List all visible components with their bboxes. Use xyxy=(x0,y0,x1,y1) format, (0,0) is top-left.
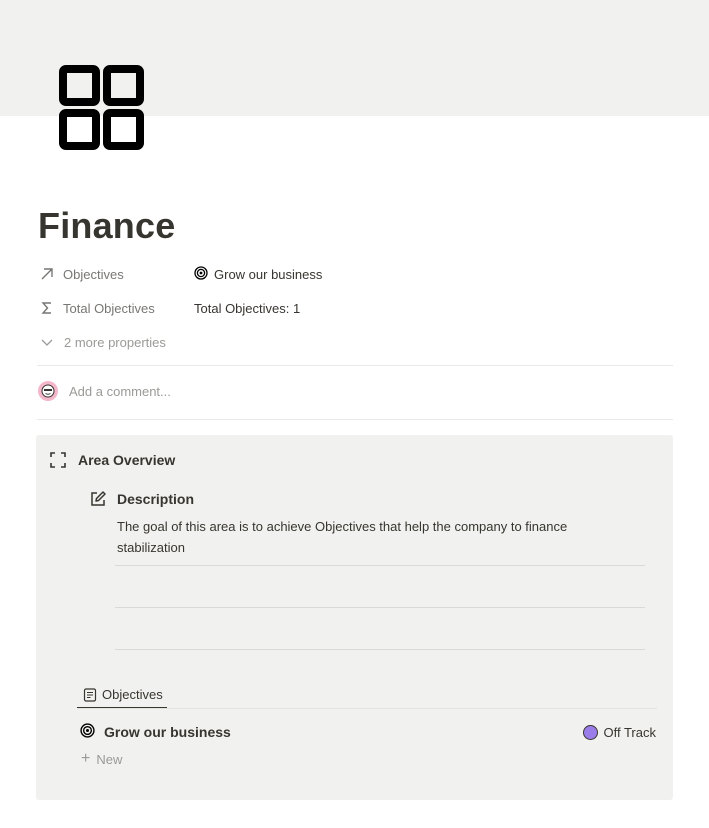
status-dot xyxy=(582,724,598,740)
chevron-down-icon xyxy=(38,333,56,351)
empty-line[interactable] xyxy=(115,649,645,650)
list-item-label: Grow our business xyxy=(104,724,231,740)
tab-objectives[interactable]: Objectives xyxy=(77,682,167,709)
arrow-up-right-icon xyxy=(38,265,56,283)
property-value-rollup[interactable]: Total Objectives: 1 xyxy=(194,301,300,316)
panel-heading-label: Area Overview xyxy=(78,452,176,468)
target-icon xyxy=(80,723,95,741)
property-objectives[interactable]: Objectives Grow our business xyxy=(38,262,322,286)
tab-label: Objectives xyxy=(102,687,163,702)
avatar xyxy=(38,381,58,401)
list-item[interactable]: Grow our business Off Track xyxy=(80,721,656,743)
property-name[interactable]: Total Objectives xyxy=(38,299,194,317)
new-item-label: New xyxy=(96,751,123,767)
property-value-relation[interactable]: Grow our business xyxy=(194,265,322,283)
rollup-value: Total Objectives: 1 xyxy=(194,300,301,316)
area-overview-panel: Area Overview Description The goal of th… xyxy=(36,435,673,800)
divider xyxy=(37,419,673,420)
frame-icon xyxy=(49,451,67,469)
description-text[interactable]: The goal of this area is to achieve Obje… xyxy=(117,516,627,558)
property-total-objectives[interactable]: Total Objectives Total Objectives: 1 xyxy=(38,296,300,320)
status-label: Off Track xyxy=(603,724,657,740)
page-title[interactable]: Finance xyxy=(38,205,175,247)
empty-line[interactable] xyxy=(115,607,645,608)
tab-divider xyxy=(77,708,657,709)
sigma-icon xyxy=(38,299,56,317)
list-item-title[interactable]: Grow our business xyxy=(80,723,231,741)
description-heading-label: Description xyxy=(117,491,195,507)
grid-icon[interactable] xyxy=(59,65,145,151)
description-heading: Description xyxy=(89,490,194,508)
more-properties-label: 2 more properties xyxy=(64,334,166,350)
property-label: Total Objectives xyxy=(63,300,155,316)
divider xyxy=(37,365,673,366)
empty-line[interactable] xyxy=(115,565,645,566)
comment-placeholder: Add a comment... xyxy=(69,383,171,399)
new-item-button[interactable]: + New xyxy=(81,751,122,767)
relation-link[interactable]: Grow our business xyxy=(214,267,322,282)
status-badge[interactable]: Off Track xyxy=(582,724,657,740)
plus-icon: + xyxy=(81,750,91,767)
property-name[interactable]: Objectives xyxy=(38,265,194,283)
panel-heading[interactable]: Area Overview xyxy=(49,451,175,469)
more-properties-toggle[interactable]: 2 more properties xyxy=(38,330,166,354)
edit-icon xyxy=(89,490,107,508)
target-icon xyxy=(194,265,208,283)
document-icon xyxy=(83,687,97,702)
property-label: Objectives xyxy=(63,266,124,282)
comment-input[interactable]: Add a comment... xyxy=(38,381,171,401)
